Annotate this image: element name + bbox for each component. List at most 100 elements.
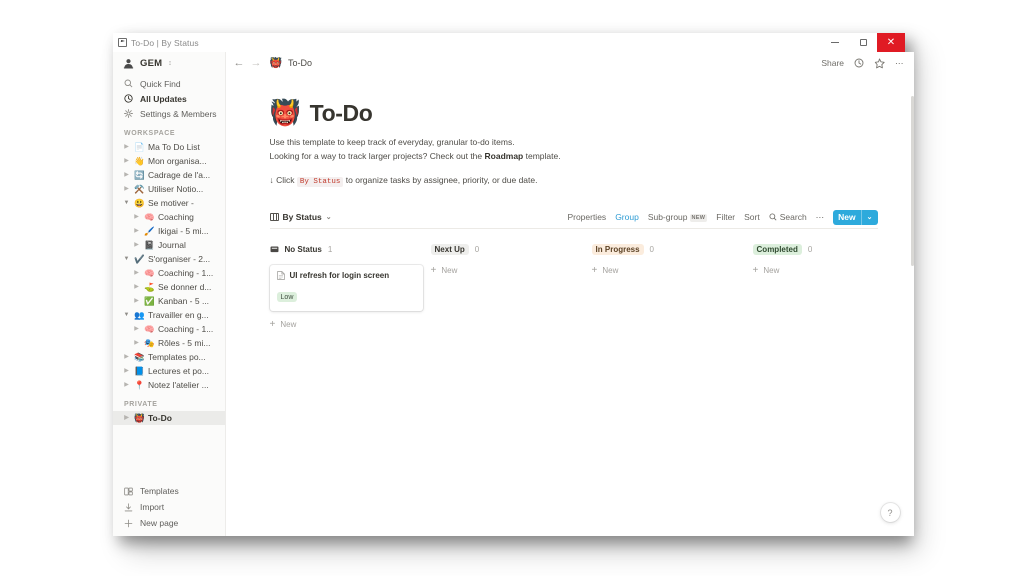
add-new-card-button[interactable]: + New — [270, 319, 431, 330]
column-header[interactable]: In Progress 0 — [591, 243, 753, 257]
chevron-down-icon[interactable]: ▼ — [123, 256, 130, 262]
sidebar-tree-item[interactable]: ▶ 🧠 Coaching — [113, 210, 225, 224]
chevron-right-icon[interactable]: ▶ — [133, 270, 140, 276]
close-button[interactable]: ✕ — [877, 33, 905, 52]
board-column-in-progress: In Progress 0 + New — [591, 243, 753, 330]
chevron-down-icon[interactable]: ⌄ — [867, 213, 873, 221]
page-emoji-icon[interactable]: 👹 — [270, 101, 301, 126]
sidebar-item-new-page[interactable]: New page — [113, 515, 225, 531]
add-new-card-button[interactable]: + New — [431, 265, 592, 276]
chevron-right-icon[interactable]: ▶ — [123, 186, 130, 192]
chevron-right-icon[interactable]: ▶ — [133, 228, 140, 234]
sidebar-tree-item[interactable]: ▶ 📄 Ma To Do List — [113, 140, 225, 154]
chevron-right-icon[interactable]: ▶ — [123, 382, 130, 388]
chevron-right-icon[interactable]: ▶ — [133, 340, 140, 346]
chevron-right-icon[interactable]: ▶ — [133, 242, 140, 248]
chevron-right-icon[interactable]: ▶ — [123, 354, 130, 360]
sidebar-item-import[interactable]: Import — [113, 499, 225, 515]
chevron-right-icon[interactable]: ▶ — [123, 172, 130, 178]
chevron-down-icon[interactable]: ▼ — [123, 312, 130, 318]
new-button[interactable]: New ⌄ — [833, 209, 878, 225]
minimize-button[interactable] — [821, 33, 849, 52]
add-new-label: New — [280, 320, 297, 330]
view-toolbar-controls: Properties Group Sub-group NEW Filter Sor… — [567, 209, 878, 225]
arrow-left-icon[interactable]: ← — [234, 57, 245, 69]
sidebar-item-all-updates[interactable]: All Updates — [113, 91, 225, 106]
search-button[interactable]: Search — [769, 212, 807, 222]
sidebar-item-to-do[interactable]: ▶ 👹 To-Do — [113, 411, 225, 425]
chevron-down-icon[interactable]: ▼ — [123, 200, 130, 206]
board-card[interactable]: UI refresh for login screen Low — [269, 264, 423, 311]
item-emoji-icon: 📄 — [134, 141, 145, 152]
sidebar-item-settings-members[interactable]: Settings & Members — [113, 106, 225, 121]
sidebar-tree-item[interactable]: ▼ ✔️ S'organiser - 2... — [113, 252, 225, 266]
star-icon[interactable] — [874, 57, 885, 69]
add-new-card-button[interactable]: + New — [591, 264, 753, 276]
sidebar-tree-item[interactable]: ▶ ⚒️ Utiliser Notio... — [113, 182, 225, 196]
maximize-button[interactable] — [849, 33, 877, 52]
sidebar-tree-item[interactable]: ▶ 🧠 Coaching - 1... — [113, 266, 225, 280]
help-button[interactable]: ? — [880, 503, 900, 522]
more-options-icon[interactable]: ⋯ — [816, 212, 825, 223]
window-title-group: To-Do | By Status — [113, 38, 199, 48]
workspace-switcher[interactable]: GEM ↕ — [113, 52, 225, 76]
column-header[interactable]: Next Up 0 — [430, 243, 592, 257]
sort-button[interactable]: Sort — [744, 212, 760, 222]
chevron-right-icon[interactable]: ▶ — [123, 158, 130, 164]
vertical-scrollbar[interactable] — [910, 96, 914, 266]
priority-badge: Low — [276, 292, 298, 303]
roadmap-link[interactable]: Roadmap — [485, 151, 524, 161]
sidebar-tree-item[interactable]: ▶ 📓 Journal — [113, 238, 225, 252]
sub-group-button[interactable]: Sub-group NEW — [648, 212, 708, 222]
view-tab-by-status[interactable]: By Status ⌄ — [269, 212, 332, 222]
properties-button[interactable]: Properties — [567, 212, 606, 222]
chevron-right-icon[interactable]: ▶ — [133, 284, 140, 290]
chevron-right-icon[interactable]: ▶ — [123, 144, 130, 150]
sidebar-tree-item[interactable]: ▶ 👋 Mon organisa... — [113, 154, 225, 168]
page-title-text: To-Do — [309, 100, 373, 126]
group-button[interactable]: Group — [615, 212, 639, 222]
sidebar-tree-item[interactable]: ▼ 👥 Travailler en g... — [113, 308, 225, 322]
arrow-right-icon[interactable]: → — [251, 57, 262, 69]
more-horizontal-icon[interactable]: ⋯ — [895, 59, 904, 68]
filter-button[interactable]: Filter — [716, 212, 735, 222]
sidebar-tree-item[interactable]: ▶ 🔄 Cadrage de l'a... — [113, 168, 225, 182]
clock-icon[interactable] — [854, 58, 864, 68]
breadcrumb[interactable]: To-Do — [288, 58, 312, 68]
sidebar-tree-item[interactable]: ▶ 📚 Templates po... — [113, 350, 225, 364]
sidebar-tree-label: Utiliser Notio... — [148, 184, 204, 194]
chevron-down-icon[interactable]: ⌄ — [326, 213, 332, 221]
sidebar-tree-item[interactable]: ▶ 📘 Lectures et po... — [113, 364, 225, 378]
add-new-card-button[interactable]: + New — [753, 265, 914, 276]
sidebar-tree-item[interactable]: ▶ 🖌️ Ikigai - 5 mi... — [113, 224, 225, 238]
page-content: 👹 To-Do Use this template to keep track … — [226, 74, 914, 536]
plus-icon — [124, 519, 133, 527]
sidebar-tree-item[interactable]: ▶ 🎭 Rôles - 5 mi... — [113, 336, 225, 350]
sidebar-item-quick-find[interactable]: Quick Find — [113, 76, 225, 91]
chevron-right-icon[interactable]: ▶ — [133, 298, 140, 304]
item-emoji-icon: ⚒️ — [134, 183, 145, 194]
sidebar-tree-item[interactable]: ▶ 📍 Notez l'atelier ... — [113, 378, 225, 392]
hint-text-before: ↓ Click — [269, 175, 297, 186]
plus-icon: + — [591, 264, 598, 276]
sidebar-item-templates[interactable]: Templates — [113, 483, 225, 499]
column-count: 1 — [327, 245, 333, 255]
column-name: No Status — [284, 245, 322, 255]
chevron-right-icon[interactable]: ▶ — [133, 214, 140, 220]
column-header[interactable]: Completed 0 — [752, 243, 914, 257]
column-header[interactable]: No Status 1 — [270, 243, 431, 257]
sidebar: GEM ↕ Quick Find All Updates Settings & … — [113, 52, 226, 536]
sidebar-tree-item[interactable]: ▼ 😃 Se motiver - — [113, 196, 225, 210]
chevron-right-icon[interactable]: ▶ — [133, 326, 140, 332]
sidebar-tree-label: Notez l'atelier ... — [148, 380, 209, 390]
sidebar-tree-item[interactable]: ▶ ⛳ Se donner d... — [113, 280, 225, 294]
top-bar: ← → 👹 To-Do Share ⋯ — [226, 52, 914, 74]
sidebar-tree-item[interactable]: ▶ 🧠 Coaching - 1... — [113, 322, 225, 336]
share-button[interactable]: Share — [821, 59, 844, 68]
sidebar-tree-item[interactable]: ▶ ✅ Kanban - 5 ... — [113, 294, 225, 308]
chevron-right-icon[interactable]: ▶ — [123, 415, 130, 421]
chevron-right-icon[interactable]: ▶ — [123, 368, 130, 374]
item-emoji-icon: 📍 — [134, 379, 145, 390]
import-icon — [124, 502, 133, 511]
sidebar-item-label: Import — [140, 502, 165, 512]
